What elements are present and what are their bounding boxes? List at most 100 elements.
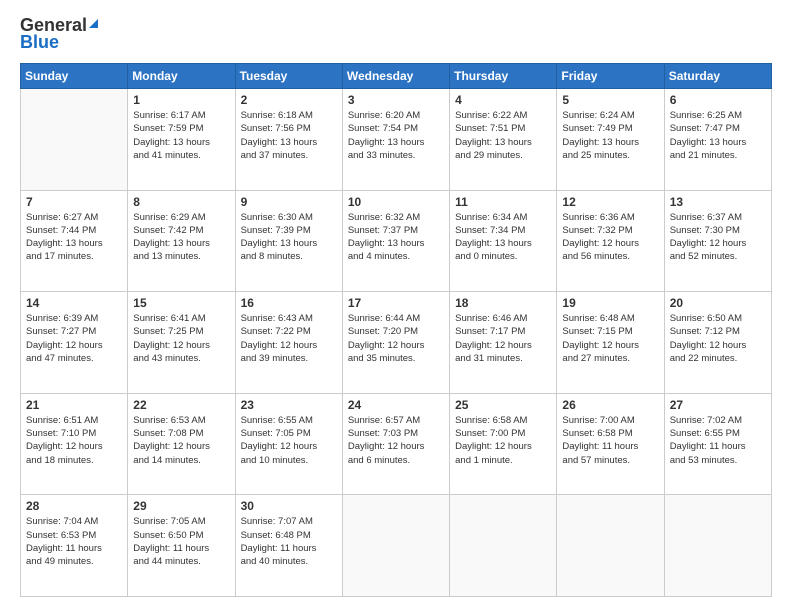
day-info: Sunrise: 6:24 AM Sunset: 7:49 PM Dayligh… xyxy=(562,109,658,162)
day-cell: 29 Sunrise: 7:05 AM Sunset: 6:50 PM Dayli… xyxy=(128,495,235,597)
day-cell: 19 Sunrise: 6:48 AM Sunset: 7:15 PM Dayli… xyxy=(557,292,664,394)
day-info: Sunrise: 6:30 AM Sunset: 7:39 PM Dayligh… xyxy=(241,211,337,264)
day-cell: 9Sunrise: 6:30 AM Sunset: 7:39 PM Daylig… xyxy=(235,190,342,292)
day-info: Sunrise: 6:55 AM Sunset: 7:05 PM Dayligh… xyxy=(241,414,337,467)
day-cell: 11 Sunrise: 6:34 AM Sunset: 7:34 PM Dayli… xyxy=(450,190,557,292)
day-number: 17 xyxy=(348,296,444,310)
day-cell: 10 Sunrise: 6:32 AM Sunset: 7:37 PM Dayli… xyxy=(342,190,449,292)
day-number: 26 xyxy=(562,398,658,412)
day-cell: 5Sunrise: 6:24 AM Sunset: 7:49 PM Daylig… xyxy=(557,89,664,191)
day-number: 15 xyxy=(133,296,229,310)
day-cell: 24 Sunrise: 6:57 AM Sunset: 7:03 PM Dayli… xyxy=(342,393,449,495)
day-info: Sunrise: 6:44 AM Sunset: 7:20 PM Dayligh… xyxy=(348,312,444,365)
day-cell: 18 Sunrise: 6:46 AM Sunset: 7:17 PM Dayli… xyxy=(450,292,557,394)
day-info: Sunrise: 7:00 AM Sunset: 6:58 PM Dayligh… xyxy=(562,414,658,467)
day-info: Sunrise: 7:05 AM Sunset: 6:50 PM Dayligh… xyxy=(133,515,229,568)
day-number: 27 xyxy=(670,398,766,412)
day-cell xyxy=(21,89,128,191)
week-row-5: 28Sunrise: 7:04 AM Sunset: 6:53 PM Dayli… xyxy=(21,495,772,597)
day-number: 29 xyxy=(133,499,229,513)
weekday-header-monday: Monday xyxy=(128,64,235,89)
day-cell: 7 Sunrise: 6:27 AM Sunset: 7:44 PM Daylig… xyxy=(21,190,128,292)
weekday-header-thursday: Thursday xyxy=(450,64,557,89)
day-info: Sunrise: 6:34 AM Sunset: 7:34 PM Dayligh… xyxy=(455,211,551,264)
day-info: Sunrise: 6:25 AM Sunset: 7:47 PM Dayligh… xyxy=(670,109,766,162)
day-info: Sunrise: 6:17 AM Sunset: 7:59 PM Dayligh… xyxy=(133,109,229,162)
day-number: 18 xyxy=(455,296,551,310)
day-info: Sunrise: 6:58 AM Sunset: 7:00 PM Dayligh… xyxy=(455,414,551,467)
day-cell: 23Sunrise: 6:55 AM Sunset: 7:05 PM Dayli… xyxy=(235,393,342,495)
day-info: Sunrise: 6:43 AM Sunset: 7:22 PM Dayligh… xyxy=(241,312,337,365)
day-number: 24 xyxy=(348,398,444,412)
day-number: 21 xyxy=(26,398,122,412)
day-number: 30 xyxy=(241,499,337,513)
day-info: Sunrise: 6:50 AM Sunset: 7:12 PM Dayligh… xyxy=(670,312,766,365)
day-number: 19 xyxy=(562,296,658,310)
day-cell: 2Sunrise: 6:18 AM Sunset: 7:56 PM Daylig… xyxy=(235,89,342,191)
day-number: 11 xyxy=(455,195,551,209)
day-cell: 6 Sunrise: 6:25 AM Sunset: 7:47 PM Daylig… xyxy=(664,89,771,191)
day-number: 20 xyxy=(670,296,766,310)
logo-blue-text: Blue xyxy=(20,32,59,53)
week-row-1: 1 Sunrise: 6:17 AM Sunset: 7:59 PM Daylig… xyxy=(21,89,772,191)
weekday-header-saturday: Saturday xyxy=(664,64,771,89)
day-number: 3 xyxy=(348,93,444,107)
day-number: 4 xyxy=(455,93,551,107)
day-number: 7 xyxy=(26,195,122,209)
day-info: Sunrise: 6:46 AM Sunset: 7:17 PM Dayligh… xyxy=(455,312,551,365)
day-info: Sunrise: 7:07 AM Sunset: 6:48 PM Dayligh… xyxy=(241,515,337,568)
day-info: Sunrise: 6:51 AM Sunset: 7:10 PM Dayligh… xyxy=(26,414,122,467)
day-cell: 3 Sunrise: 6:20 AM Sunset: 7:54 PM Daylig… xyxy=(342,89,449,191)
day-cell: 25 Sunrise: 6:58 AM Sunset: 7:00 PM Dayli… xyxy=(450,393,557,495)
day-number: 25 xyxy=(455,398,551,412)
day-info: Sunrise: 6:36 AM Sunset: 7:32 PM Dayligh… xyxy=(562,211,658,264)
day-cell: 15Sunrise: 6:41 AM Sunset: 7:25 PM Dayli… xyxy=(128,292,235,394)
weekday-header-sunday: Sunday xyxy=(21,64,128,89)
weekday-header-friday: Friday xyxy=(557,64,664,89)
page-header: General Blue xyxy=(20,15,772,53)
day-info: Sunrise: 6:27 AM Sunset: 7:44 PM Dayligh… xyxy=(26,211,122,264)
day-info: Sunrise: 7:02 AM Sunset: 6:55 PM Dayligh… xyxy=(670,414,766,467)
day-number: 6 xyxy=(670,93,766,107)
day-number: 1 xyxy=(133,93,229,107)
day-cell: 14 Sunrise: 6:39 AM Sunset: 7:27 PM Dayli… xyxy=(21,292,128,394)
day-info: Sunrise: 6:32 AM Sunset: 7:37 PM Dayligh… xyxy=(348,211,444,264)
day-number: 14 xyxy=(26,296,122,310)
calendar-page: General Blue SundayMondayTuesdayWednesda… xyxy=(0,0,792,612)
weekday-header-row: SundayMondayTuesdayWednesdayThursdayFrid… xyxy=(21,64,772,89)
day-info: Sunrise: 6:37 AM Sunset: 7:30 PM Dayligh… xyxy=(670,211,766,264)
day-info: Sunrise: 6:22 AM Sunset: 7:51 PM Dayligh… xyxy=(455,109,551,162)
day-cell xyxy=(664,495,771,597)
day-cell: 21 Sunrise: 6:51 AM Sunset: 7:10 PM Dayli… xyxy=(21,393,128,495)
day-number: 28 xyxy=(26,499,122,513)
day-info: Sunrise: 6:39 AM Sunset: 7:27 PM Dayligh… xyxy=(26,312,122,365)
day-info: Sunrise: 6:57 AM Sunset: 7:03 PM Dayligh… xyxy=(348,414,444,467)
day-cell: 13Sunrise: 6:37 AM Sunset: 7:30 PM Dayli… xyxy=(664,190,771,292)
day-cell: 30 Sunrise: 7:07 AM Sunset: 6:48 PM Dayli… xyxy=(235,495,342,597)
logo: General Blue xyxy=(20,15,98,53)
day-number: 22 xyxy=(133,398,229,412)
day-cell: 1 Sunrise: 6:17 AM Sunset: 7:59 PM Daylig… xyxy=(128,89,235,191)
calendar-table: SundayMondayTuesdayWednesdayThursdayFrid… xyxy=(20,63,772,597)
weekday-header-wednesday: Wednesday xyxy=(342,64,449,89)
day-cell: 28Sunrise: 7:04 AM Sunset: 6:53 PM Dayli… xyxy=(21,495,128,597)
day-number: 10 xyxy=(348,195,444,209)
day-number: 12 xyxy=(562,195,658,209)
day-info: Sunrise: 6:53 AM Sunset: 7:08 PM Dayligh… xyxy=(133,414,229,467)
day-cell: 22 Sunrise: 6:53 AM Sunset: 7:08 PM Dayli… xyxy=(128,393,235,495)
day-number: 8 xyxy=(133,195,229,209)
weekday-header-tuesday: Tuesday xyxy=(235,64,342,89)
day-cell: 12 Sunrise: 6:36 AM Sunset: 7:32 PM Dayli… xyxy=(557,190,664,292)
day-cell xyxy=(557,495,664,597)
day-cell: 27 Sunrise: 7:02 AM Sunset: 6:55 PM Dayli… xyxy=(664,393,771,495)
day-cell xyxy=(342,495,449,597)
day-number: 16 xyxy=(241,296,337,310)
day-info: Sunrise: 6:20 AM Sunset: 7:54 PM Dayligh… xyxy=(348,109,444,162)
week-row-3: 14 Sunrise: 6:39 AM Sunset: 7:27 PM Dayli… xyxy=(21,292,772,394)
day-number: 2 xyxy=(241,93,337,107)
day-info: Sunrise: 6:48 AM Sunset: 7:15 PM Dayligh… xyxy=(562,312,658,365)
day-cell xyxy=(450,495,557,597)
day-cell: 4 Sunrise: 6:22 AM Sunset: 7:51 PM Daylig… xyxy=(450,89,557,191)
day-cell: 20 Sunrise: 6:50 AM Sunset: 7:12 PM Dayli… xyxy=(664,292,771,394)
day-cell: 8Sunrise: 6:29 AM Sunset: 7:42 PM Daylig… xyxy=(128,190,235,292)
